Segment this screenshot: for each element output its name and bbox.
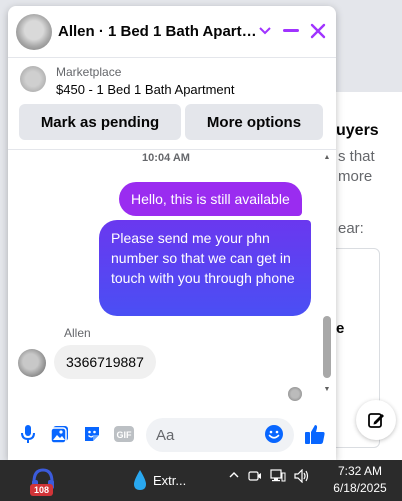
chat-title[interactable]: Allen · 1 Bed 1 Bath Apartment <box>58 23 258 40</box>
gif-button[interactable]: GIF <box>112 422 136 446</box>
listing-source: Marketplace <box>56 65 122 79</box>
camera-icon <box>248 471 261 481</box>
more-options-button[interactable]: More options <box>185 104 323 140</box>
new-message-button[interactable] <box>356 400 396 440</box>
listing-title[interactable]: $450 - 1 Bed 1 Bath Apartment <box>56 82 235 97</box>
chevron-up-icon <box>229 472 239 478</box>
sticker-icon <box>85 427 99 441</box>
send-like-button[interactable] <box>302 421 328 447</box>
mark-as-pending-button[interactable]: Mark as pending <box>19 104 181 140</box>
scroll-down-arrow[interactable]: ▼ <box>323 386 331 394</box>
microphone-icon <box>21 425 35 443</box>
sender-name: Allen <box>64 326 91 340</box>
chat-options-button[interactable] <box>252 18 278 44</box>
message-bubble-outgoing[interactable]: Hello, this is still available <box>119 182 302 216</box>
listing-banner: Marketplace $450 - 1 Bed 1 Bath Apartmen… <box>8 58 336 150</box>
taskbar-extension-label: Extr... <box>153 472 187 488</box>
avatar[interactable] <box>16 14 52 50</box>
system-clock[interactable]: 7:32 AM 6/18/2025 <box>322 463 398 497</box>
scroll-up-arrow[interactable]: ▲ <box>323 154 331 162</box>
emoji-button[interactable] <box>262 422 286 446</box>
minimize-icon <box>283 29 299 32</box>
show-hidden-icons-button[interactable] <box>228 469 240 484</box>
notification-badge: 108 <box>30 484 54 496</box>
avatar[interactable] <box>18 349 46 377</box>
background-text: s that <box>338 148 375 165</box>
voice-clip-button[interactable] <box>16 422 40 446</box>
taskbar-extension-button[interactable]: Extr... <box>133 469 186 491</box>
background-text: e <box>336 320 345 337</box>
background-text: ear: <box>338 220 364 237</box>
background-text: more <box>338 168 373 185</box>
seen-indicator-avatar <box>288 387 302 401</box>
scrollbar-thumb[interactable] <box>323 316 331 378</box>
photo-icon <box>50 426 68 444</box>
close-icon <box>310 23 326 39</box>
taskbar: 108 Extr... 7:32 AM 6/18/2025 <box>0 460 402 501</box>
message-bubble-incoming[interactable]: 3366719887 <box>54 345 156 379</box>
clock-time: 7:32 AM <box>337 464 383 478</box>
close-button[interactable] <box>305 18 331 44</box>
tray-app-button[interactable] <box>248 469 262 486</box>
thumbs-up-icon <box>305 425 325 444</box>
network-button[interactable] <box>270 469 286 486</box>
speaker-icon <box>294 468 309 484</box>
water-drop-icon <box>134 470 146 490</box>
gif-icon: GIF <box>114 426 134 442</box>
message-composer: GIF <box>8 410 336 460</box>
chat-header: Allen · 1 Bed 1 Bath Apartment <box>8 6 336 58</box>
svg-text:GIF: GIF <box>117 430 133 440</box>
compose-icon <box>368 413 384 428</box>
sticker-button[interactable] <box>80 422 104 446</box>
network-icon <box>270 469 286 482</box>
message-bubble-outgoing[interactable]: Please send me your phn number so that w… <box>99 220 311 316</box>
chevron-down-icon <box>259 27 271 35</box>
minimize-button[interactable] <box>278 18 304 44</box>
message-list: 10:04 AM Hello, this is still available … <box>8 150 336 401</box>
listing-thumbnail[interactable] <box>20 66 46 92</box>
volume-button[interactable] <box>294 468 310 486</box>
message-timestamp: 10:04 AM <box>142 152 190 164</box>
background-heading: uyers <box>336 122 379 139</box>
attach-photo-button[interactable] <box>48 422 72 446</box>
scrollbar[interactable]: ▲ ▼ <box>322 154 332 396</box>
chat-window: Allen · 1 Bed 1 Bath Apartment Marketpla… <box>8 6 336 460</box>
smiley-icon <box>265 425 283 443</box>
clock-date: 6/18/2025 <box>333 481 387 495</box>
